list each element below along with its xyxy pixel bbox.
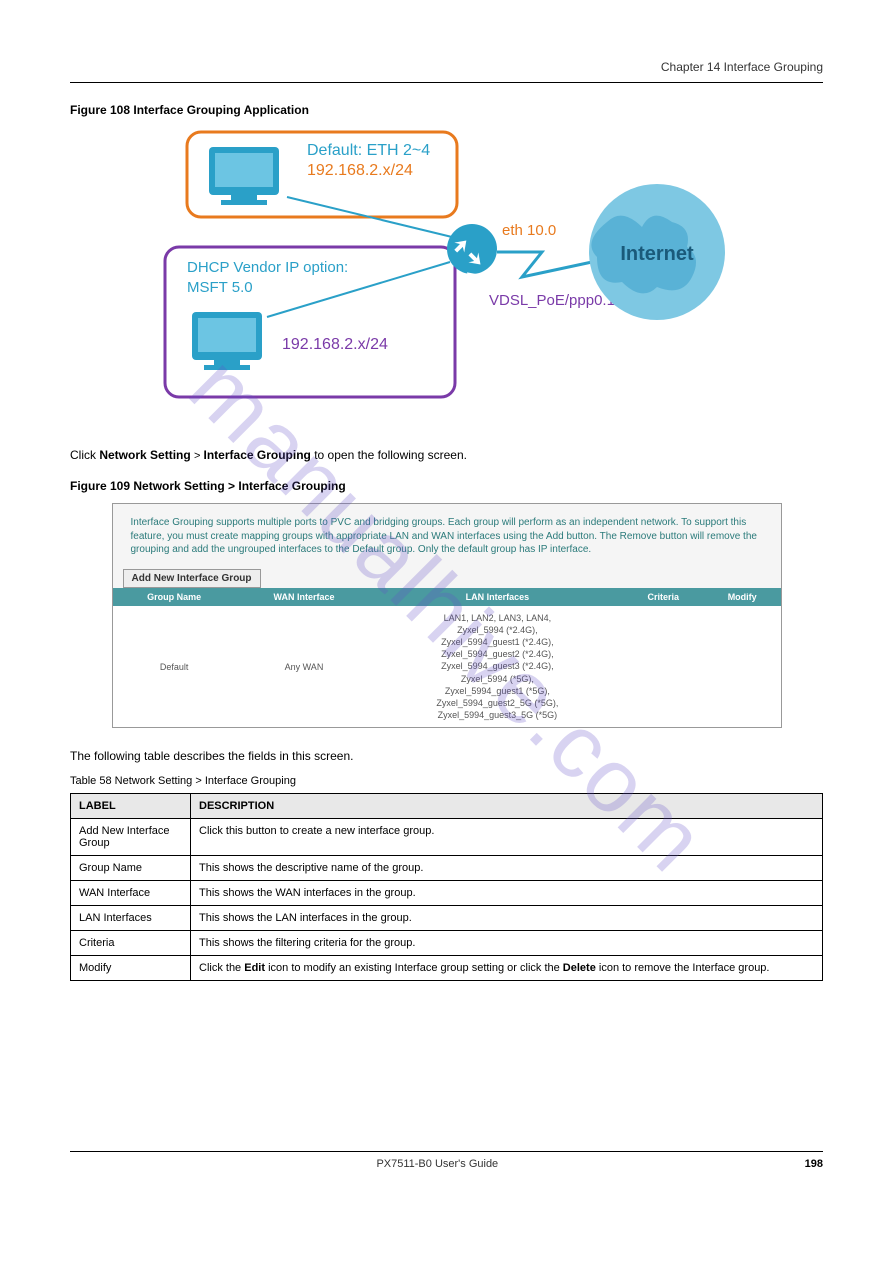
cell-description: Click this button to create a new interf… <box>191 818 823 855</box>
col-wan-interface: WAN Interface <box>236 588 372 606</box>
lan-item: Zyxel_5994 (*2.4G), <box>378 624 616 636</box>
default-title: Default: ETH 2~4 <box>307 142 430 159</box>
monitor-stand-2 <box>214 360 240 365</box>
cell-label: Criteria <box>71 930 191 955</box>
cell-description: Click the Edit icon to modify an existin… <box>191 955 823 980</box>
monitor-base-2 <box>204 365 250 370</box>
router-icon <box>447 224 497 274</box>
click-path-text: Click Network Setting > Interface Groupi… <box>70 447 823 464</box>
dhcp-title-1: DHCP Vendor IP option: <box>187 259 348 276</box>
table-row: Group NameThis shows the descriptive nam… <box>71 855 823 880</box>
vdsl-label: VDSL_PoE/ppp0.1 <box>489 292 615 309</box>
cell-group-name: Default <box>113 606 236 727</box>
interface-group-table: Group Name WAN Interface LAN Interfaces … <box>113 588 781 727</box>
lan-item: LAN1, LAN2, LAN3, LAN4, <box>378 612 616 624</box>
cell-label: Modify <box>71 955 191 980</box>
nav-interface-grouping: Interface Grouping <box>204 448 311 462</box>
cell-lan: LAN1, LAN2, LAN3, LAN4,Zyxel_5994 (*2.4G… <box>372 606 622 727</box>
dhcp-title-2: MSFT 5.0 <box>187 279 253 296</box>
col-group-name: Group Name <box>113 588 236 606</box>
interface-grouping-diagram: Default: ETH 2~4 192.168.2.x/24 DHCP Ven… <box>147 127 747 417</box>
table-58-caption: Table 58 Network Setting > Interface Gro… <box>70 775 823 787</box>
table-row: Add New Interface GroupClick this button… <box>71 818 823 855</box>
lan-item: Zyxel_5994_guest3 (*2.4G), <box>378 660 616 672</box>
footer-title: PX7511-B0 User's Guide <box>376 1158 498 1170</box>
cell-modify <box>704 606 781 727</box>
figure-109-screenshot: Interface Grouping supports multiple por… <box>70 503 823 728</box>
monitor-stand <box>231 195 257 200</box>
router-arrow-3 <box>490 260 511 281</box>
screenshot-description: Interface Grouping supports multiple por… <box>113 504 781 557</box>
dhcp-ip: 192.168.2.x/24 <box>282 336 388 353</box>
monitor-base <box>221 200 267 205</box>
cell-wan: Any WAN <box>236 606 372 727</box>
cell-description: This shows the descriptive name of the g… <box>191 855 823 880</box>
lan-item: Zyxel_5994_guest1 (*5G), <box>378 685 616 697</box>
cell-description: This shows the WAN interfaces in the gro… <box>191 880 823 905</box>
chapter-header: Chapter 14 Interface Grouping <box>70 60 823 74</box>
internet-label: Internet <box>620 243 694 265</box>
table-row: CriteriaThis shows the filtering criteri… <box>71 930 823 955</box>
col-description: DESCRIPTION <box>191 793 823 818</box>
table-row: LAN InterfacesThis shows the LAN interfa… <box>71 905 823 930</box>
lan-item: Zyxel_5994 (*5G), <box>378 673 616 685</box>
cell-label: Add New Interface Group <box>71 818 191 855</box>
monitor-screen-2 <box>198 318 256 352</box>
table-58: LABEL DESCRIPTION Add New Interface Grou… <box>70 793 823 981</box>
eth-label: eth 10.0 <box>502 222 556 239</box>
figure-109-label: Figure 109 Network Setting > Interface G… <box>70 479 823 493</box>
add-new-interface-group-button[interactable]: Add New Interface Group <box>123 569 261 588</box>
lan-item: Zyxel_5994_guest1 (*2.4G), <box>378 636 616 648</box>
default-ip: 192.168.2.x/24 <box>307 162 413 179</box>
lan-item: Zyxel_5994_guest2 (*2.4G), <box>378 648 616 660</box>
table-row: ModifyClick the Edit icon to modify an e… <box>71 955 823 980</box>
cell-label: LAN Interfaces <box>71 905 191 930</box>
table-intro-text: The following table describes the fields… <box>70 748 823 765</box>
col-label: LABEL <box>71 793 191 818</box>
monitor-screen <box>215 153 273 187</box>
chevron-icon: > <box>194 450 203 462</box>
lan-item: Zyxel_5994_guest2_5G (*5G), <box>378 697 616 709</box>
cell-description: This shows the filtering criteria for th… <box>191 930 823 955</box>
cell-label: Group Name <box>71 855 191 880</box>
page-footer: PX7511-B0 User's Guide 198 <box>70 1151 823 1170</box>
table-row: Default Any WAN LAN1, LAN2, LAN3, LAN4,Z… <box>113 606 781 727</box>
cell-label: WAN Interface <box>71 880 191 905</box>
nav-network-setting: Network Setting <box>99 448 190 462</box>
text-frag: to open the following screen. <box>314 448 467 462</box>
col-modify: Modify <box>704 588 781 606</box>
col-lan-interfaces: LAN Interfaces <box>372 588 622 606</box>
lan-item: Zyxel_5994_guest3_5G (*5G) <box>378 709 616 721</box>
header-rule <box>70 82 823 83</box>
cell-description: This shows the LAN interfaces in the gro… <box>191 905 823 930</box>
figure-108-diagram: Default: ETH 2~4 192.168.2.x/24 DHCP Ven… <box>70 127 823 417</box>
col-criteria: Criteria <box>623 588 704 606</box>
figure-108-label: Figure 108 Interface Grouping Applicatio… <box>70 103 823 117</box>
text-frag: Click <box>70 448 99 462</box>
page-number: 198 <box>805 1158 823 1170</box>
table-row: WAN InterfaceThis shows the WAN interfac… <box>71 880 823 905</box>
cell-criteria <box>623 606 704 727</box>
wan-link <box>497 252 592 277</box>
